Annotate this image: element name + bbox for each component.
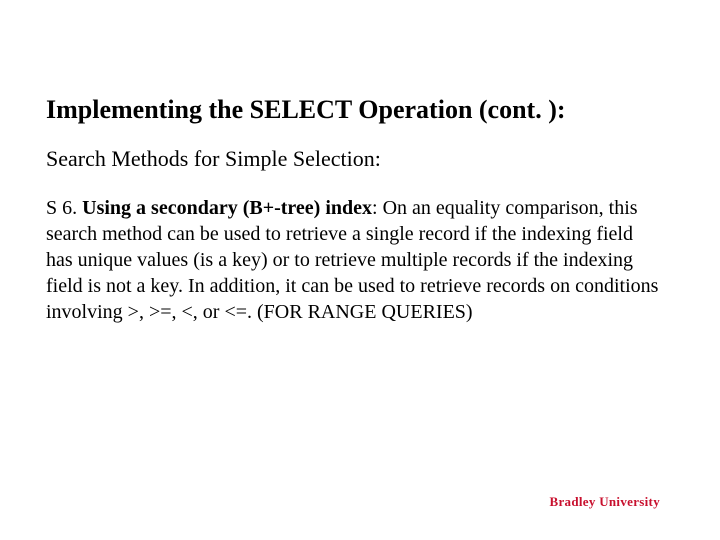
body-paragraph: S 6. Using a secondary (B+-tree) index: … (46, 195, 662, 325)
body-lead-prefix: S 6. (46, 197, 82, 219)
body-lead: S 6. Using a secondary (B+-tree) index (46, 197, 372, 219)
slide: Implementing the SELECT Operation (cont.… (0, 0, 720, 540)
content-block: Implementing the SELECT Operation (cont.… (46, 94, 662, 325)
body-lead-bold: Using a secondary (B+-tree) index (82, 197, 372, 219)
slide-title: Implementing the SELECT Operation (cont.… (46, 94, 662, 127)
slide-subtitle: Search Methods for Simple Selection: (46, 145, 662, 174)
footer-logo: Bradley University (550, 494, 660, 510)
